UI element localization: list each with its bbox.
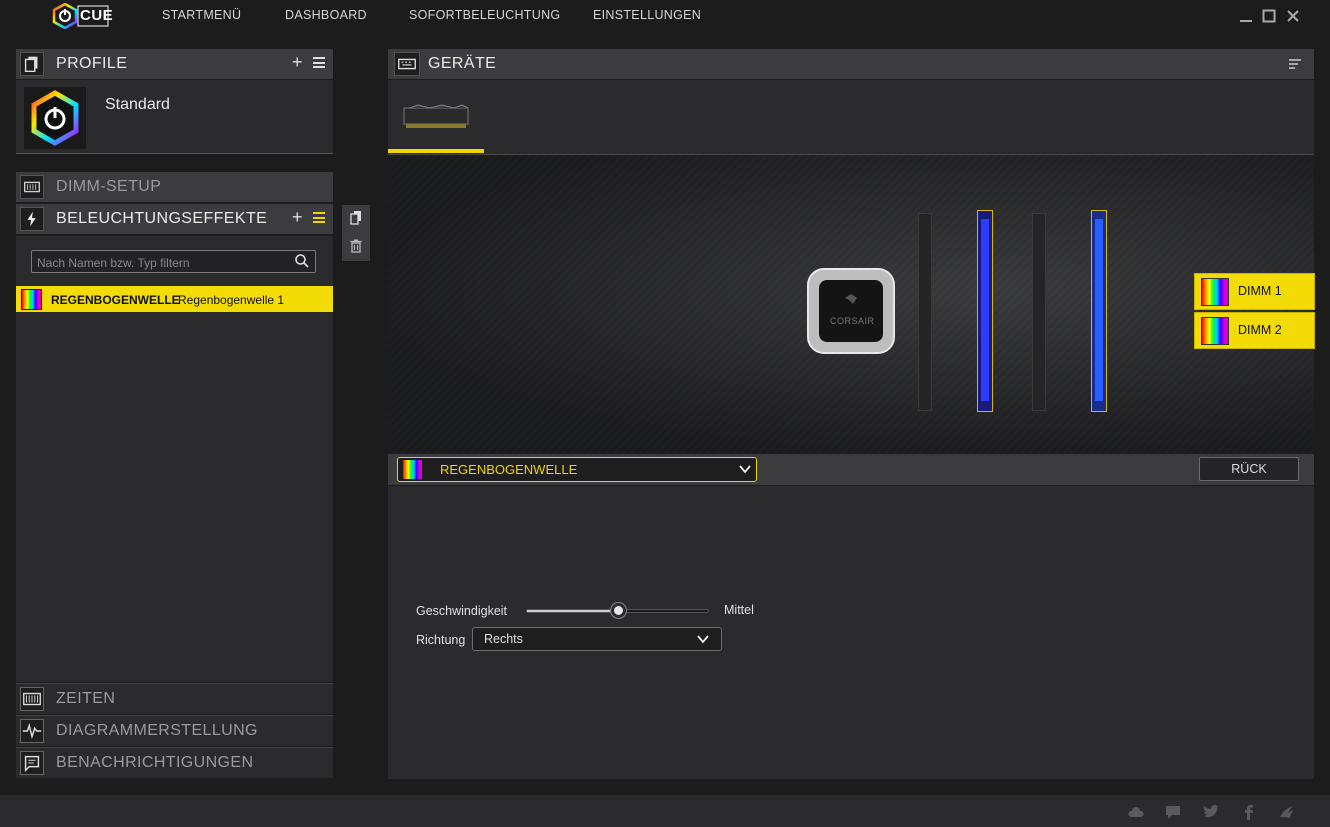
empty-ram-slot <box>1032 213 1046 411</box>
dimm-1-label: DIMM 1 <box>1238 284 1282 298</box>
maximize-icon[interactable] <box>1260 7 1278 25</box>
effect-name: Regenbogenwelle 1 <box>178 293 285 307</box>
direction-value: Rechts <box>484 632 523 646</box>
notifications-header[interactable]: BENACHRICHTIGUNGEN <box>16 747 333 778</box>
empty-ram-slot <box>918 213 932 411</box>
speed-slider-fill <box>527 610 618 612</box>
rainbow-swatch-icon <box>1201 278 1229 306</box>
lighting-effects-header: BELEUCHTUNGSEFFEKTE + <box>16 204 333 234</box>
device-tab-indicator <box>388 149 484 153</box>
pulse-icon <box>20 719 44 743</box>
notifications-title: BENACHRICHTIGUNGEN <box>56 754 254 771</box>
nav-settings[interactable]: EINSTELLUNGEN <box>593 8 701 22</box>
chevron-down-icon[interactable] <box>696 632 710 646</box>
profile-menu-icon[interactable] <box>313 57 325 68</box>
dimm-setup-title: DIMM-SETUP <box>56 178 162 195</box>
direction-label: Richtung <box>416 633 466 647</box>
devices-title: GERÄTE <box>428 55 497 72</box>
effect-tools <box>342 205 370 261</box>
speed-value: Mittel <box>724 603 754 617</box>
dimm-1-module[interactable] <box>977 210 993 412</box>
effects-menu-icon[interactable] <box>313 212 325 223</box>
add-profile-button[interactable]: + <box>292 52 303 73</box>
profile-avatar-icon <box>24 87 86 149</box>
copy-icon[interactable] <box>348 210 364 226</box>
lightning-icon <box>20 207 44 231</box>
speed-label: Geschwindigkeit <box>416 604 508 618</box>
message-icon <box>20 751 44 775</box>
twitter-icon[interactable] <box>1202 803 1220 821</box>
profiles-title: PROFILE <box>56 55 128 72</box>
devices-header: GERÄTE <box>388 49 1314 79</box>
close-icon[interactable] <box>1284 7 1302 25</box>
profiles-icon <box>20 52 44 76</box>
effect-type-value: REGENBOGENWELLE <box>440 462 578 477</box>
effect-type: REGENBOGENWELLE <box>51 293 180 307</box>
cloud-icon[interactable] <box>1127 803 1145 821</box>
memory-icon <box>20 175 44 199</box>
cpu-cooler-image <box>807 268 895 354</box>
dimm-1-button[interactable]: DIMM 1 <box>1194 273 1315 310</box>
dimm-2-led <box>1095 219 1103 401</box>
sort-icon[interactable] <box>1288 57 1302 71</box>
chevron-down-icon[interactable] <box>738 462 752 476</box>
add-effect-button[interactable]: + <box>292 207 303 228</box>
dimm-2-label: DIMM 2 <box>1238 323 1282 337</box>
device-tabs <box>388 80 1314 155</box>
dimm-1-led <box>981 219 989 401</box>
corsair-icon[interactable] <box>1278 803 1296 821</box>
timers-header[interactable]: ZEITEN <box>16 683 333 714</box>
keyboard-icon <box>394 52 420 76</box>
trash-icon[interactable] <box>348 238 364 254</box>
profiles-header: PROFILE + <box>16 49 333 79</box>
rainbow-swatch-icon <box>403 460 422 479</box>
minimize-icon[interactable] <box>1237 7 1255 25</box>
search-icon[interactable] <box>294 253 310 269</box>
timers-title: ZEITEN <box>56 690 116 707</box>
speed-slider-thumb[interactable] <box>610 603 626 618</box>
cooler-brand-label: CORSAIR <box>830 316 875 326</box>
profile-name: Standard <box>105 96 170 113</box>
rainbow-swatch-icon <box>21 289 42 310</box>
lighting-effects-title: BELEUCHTUNGSEFFEKTE <box>56 210 268 227</box>
back-button[interactable]: RÜCK <box>1199 457 1299 481</box>
nav-startmenu[interactable]: STARTMENÜ <box>162 8 241 22</box>
nav-instant-lighting[interactable]: SOFORTBELEUCHTUNG <box>409 8 560 22</box>
dimm-setup-header[interactable]: DIMM-SETUP <box>16 172 333 202</box>
rainbow-swatch-icon <box>1201 317 1229 345</box>
graphs-title: DIAGRAMMERSTELLUNG <box>56 722 258 739</box>
dimm-2-button[interactable]: DIMM 2 <box>1194 312 1315 349</box>
ram-device-icon[interactable] <box>402 104 470 130</box>
facebook-icon[interactable] <box>1240 803 1258 821</box>
timer-memory-icon <box>20 687 44 711</box>
logo-text: CUE <box>80 7 114 24</box>
effect-filter-placeholder: Nach Namen bzw. Typ filtern <box>37 256 190 270</box>
nav-dashboard[interactable]: DASHBOARD <box>285 8 367 22</box>
dimm-2-module[interactable] <box>1091 210 1107 412</box>
chat-icon[interactable] <box>1164 803 1182 821</box>
graphs-header[interactable]: DIAGRAMMERSTELLUNG <box>16 715 333 746</box>
